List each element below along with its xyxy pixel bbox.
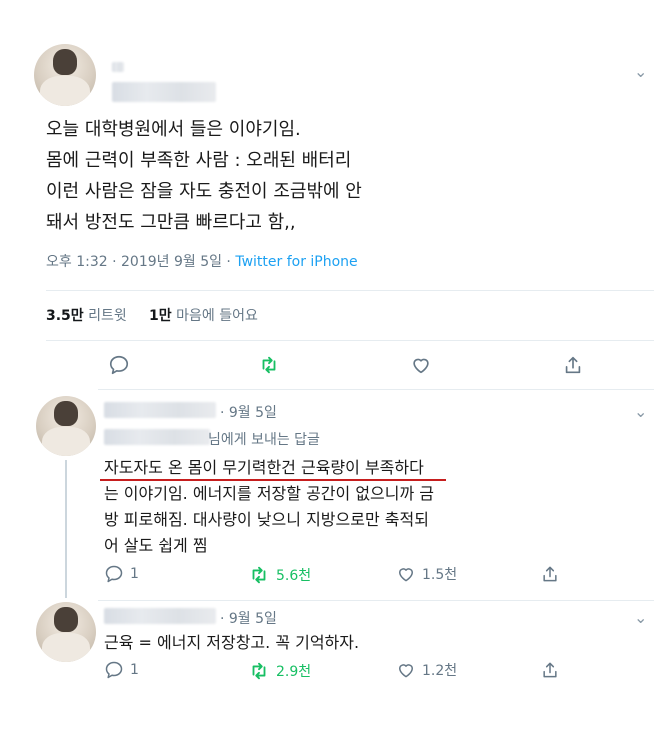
retweet-count: 5.6천 (276, 568, 312, 584)
tweet-text: 오늘 대학병원에서 들은 이야기임. 몸에 근력이 부족한 사람 : 오래된 배… (46, 114, 566, 238)
tweet-line: 몸에 근력이 부족한 사람 : 오래된 배터리 (46, 150, 352, 171)
chevron-down-icon[interactable]: ⌄ (634, 62, 647, 81)
reply-icon[interactable] (108, 354, 130, 376)
avatar[interactable] (36, 602, 96, 662)
like-count: 1.5천 (422, 567, 458, 583)
reply-count: 1 (130, 662, 139, 678)
red-underline-annotation (100, 479, 446, 481)
reply-count: 1 (130, 566, 139, 582)
divider (46, 290, 654, 291)
retweet-stat[interactable]: 3.5만 리트윗 (46, 308, 127, 324)
divider (98, 389, 654, 390)
divider (46, 340, 654, 341)
retweet-icon[interactable] (258, 354, 280, 376)
heart-icon[interactable] (410, 354, 432, 376)
retweet-action[interactable]: 2.9천 (248, 660, 311, 682)
reply-action[interactable]: 1 (104, 660, 139, 680)
divider (98, 600, 654, 601)
display-name-redacted[interactable] (112, 62, 124, 72)
chevron-down-icon[interactable]: ⌄ (634, 402, 647, 421)
reply-line: 방 피로해짐. 대사량이 낮으니 지방으로만 축적되 (104, 510, 429, 529)
heart-icon (399, 568, 413, 582)
share-icon[interactable] (562, 354, 584, 376)
retweet-icon (252, 566, 266, 584)
reply-date[interactable]: · 9월 5일 (220, 402, 277, 422)
thread-line (65, 460, 67, 598)
tweet-line: 오늘 대학병원에서 들은 이야기임. (46, 119, 301, 140)
retweet-icon (252, 662, 266, 680)
retweet-action[interactable]: 5.6천 (248, 564, 311, 586)
replying-to-label: 님에게 보내는 답글 (208, 432, 320, 448)
reply-text: 근육 = 에너지 저장창고. 꼭 기억하자. (104, 633, 360, 652)
reply-date[interactable]: · 9월 5일 (220, 608, 277, 628)
reply-to-user-redacted[interactable] (104, 429, 210, 445)
reply-line: 자도자도 온 몸이 무기력한건 근육량이 부족하다 (104, 458, 424, 477)
reply-icon (105, 661, 123, 679)
like-count: 1.2천 (422, 663, 458, 679)
avatar[interactable] (36, 396, 96, 456)
timestamp[interactable]: 오후 1:32 · 2019년 9월 5일 · (46, 254, 235, 270)
like-count: 1만 (149, 308, 172, 324)
tweet-line: 돼서 방전도 그만큼 빠르다고 함,, (46, 212, 296, 233)
username-redacted[interactable] (104, 402, 216, 418)
tweet-line: 이런 사람은 잠을 자도 충전이 조금밖에 안 (46, 181, 362, 202)
source-link[interactable]: Twitter for iPhone (235, 254, 357, 270)
chevron-down-icon[interactable]: ⌄ (634, 608, 647, 627)
retweet-count: 2.9천 (276, 664, 312, 680)
retweet-label: 리트윗 (88, 308, 127, 324)
retweet-count: 3.5만 (46, 308, 84, 324)
reply-icon (105, 565, 123, 583)
username-redacted[interactable] (112, 82, 216, 102)
like-stat[interactable]: 1만 마음에 들어요 (149, 308, 258, 324)
heart-icon (399, 664, 413, 678)
reply-text: 자도자도 온 몸이 무기력한건 근육량이 부족하다 는 이야기임. 에너지를 저… (104, 455, 644, 559)
share-icon[interactable] (540, 564, 560, 584)
like-action[interactable]: 1.2천 (396, 660, 457, 680)
reply-line: 어 살도 쉽게 찜 (104, 536, 208, 555)
like-label: 마음에 들어요 (176, 308, 258, 324)
avatar[interactable] (34, 44, 96, 106)
share-icon[interactable] (540, 660, 560, 680)
like-action[interactable]: 1.5천 (396, 564, 457, 584)
reply-line: 는 이야기임. 에너지를 저장할 공간이 없으니까 금 (104, 484, 435, 503)
username-redacted[interactable] (104, 608, 216, 624)
tweet-stats: 3.5만 리트윗 1만 마음에 들어요 (46, 305, 258, 325)
reply-action[interactable]: 1 (104, 564, 139, 584)
tweet-meta: 오후 1:32 · 2019년 9월 5일 · Twitter for iPho… (46, 251, 358, 271)
